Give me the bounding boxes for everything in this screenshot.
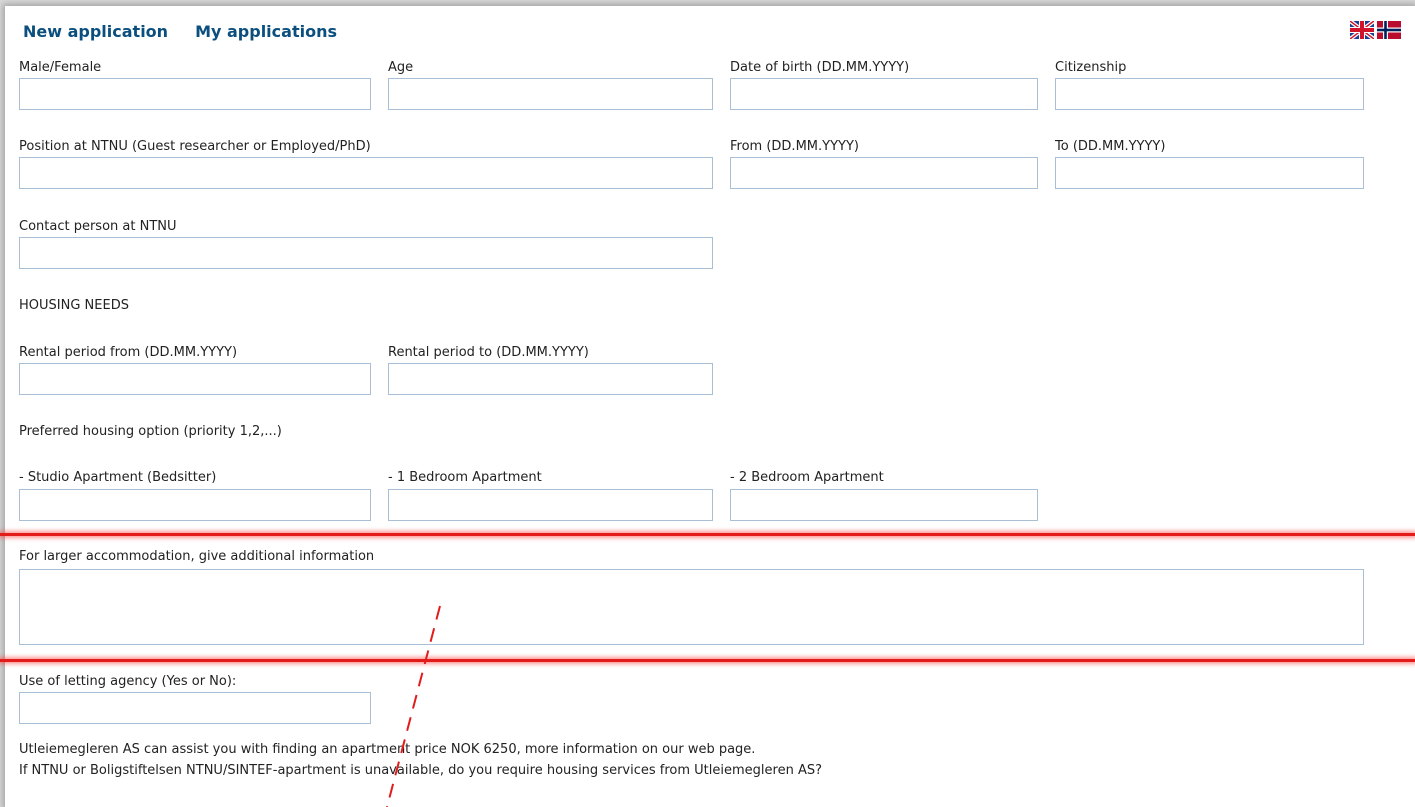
rental-to-input[interactable] [388, 363, 713, 395]
age-label: Age [388, 60, 414, 75]
dob-label: Date of birth (DD.MM.YYYY) [730, 60, 910, 75]
two-bedroom-label: - 2 Bedroom Apartment [730, 470, 884, 485]
annotation-red-line-bottom [0, 659, 1415, 662]
citizenship-label: Citizenship [1055, 60, 1127, 75]
rental-to-label: Rental period to (DD.MM.YYYY) [388, 345, 589, 360]
larger-accommodation-textarea[interactable] [19, 569, 1364, 645]
citizenship-input[interactable] [1055, 78, 1364, 110]
from-date-input[interactable] [730, 157, 1038, 189]
my-applications-link[interactable]: My applications [195, 22, 337, 41]
info-line-2: If NTNU or Boligstiftelsen NTNU/SINTEF-a… [19, 763, 822, 778]
one-bedroom-label: - 1 Bedroom Apartment [388, 470, 542, 485]
contact-label: Contact person at NTNU [19, 219, 177, 234]
to-date-input[interactable] [1055, 157, 1364, 189]
studio-priority-input[interactable] [19, 489, 371, 521]
gender-input[interactable] [19, 78, 371, 110]
age-input[interactable] [388, 78, 713, 110]
norwegian-flag-icon[interactable] [1377, 21, 1401, 39]
top-nav: New application My applications [23, 22, 337, 41]
to-label: To (DD.MM.YYYY) [1055, 139, 1166, 154]
new-application-link[interactable]: New application [23, 22, 168, 41]
from-label: From (DD.MM.YYYY) [730, 139, 859, 154]
contact-person-input[interactable] [19, 237, 713, 269]
one-bedroom-priority-input[interactable] [388, 489, 713, 521]
rental-from-input[interactable] [19, 363, 371, 395]
language-switcher [1350, 21, 1401, 39]
preferred-housing-heading: Preferred housing option (priority 1,2,.… [19, 424, 282, 439]
annotation-red-line-top [0, 533, 1415, 536]
letting-agency-input[interactable] [19, 692, 371, 724]
larger-accommodation-label: For larger accommodation, give additiona… [19, 549, 375, 564]
position-input[interactable] [19, 157, 713, 189]
english-flag-icon[interactable] [1350, 21, 1374, 39]
gender-label: Male/Female [19, 60, 102, 75]
rental-from-label: Rental period from (DD.MM.YYYY) [19, 345, 238, 360]
position-label: Position at NTNU (Guest researcher or Em… [19, 139, 371, 154]
studio-label: - Studio Apartment (Bedsitter) [19, 470, 217, 485]
two-bedroom-priority-input[interactable] [730, 489, 1038, 521]
letting-agency-label: Use of letting agency (Yes or No): [19, 674, 237, 689]
application-form-page: New application My applications Male/Fem… [5, 6, 1415, 807]
dob-input[interactable] [730, 78, 1038, 110]
info-line-1: Utleiemegleren AS can assist you with fi… [19, 742, 756, 757]
housing-needs-heading: HOUSING NEEDS [19, 298, 129, 313]
